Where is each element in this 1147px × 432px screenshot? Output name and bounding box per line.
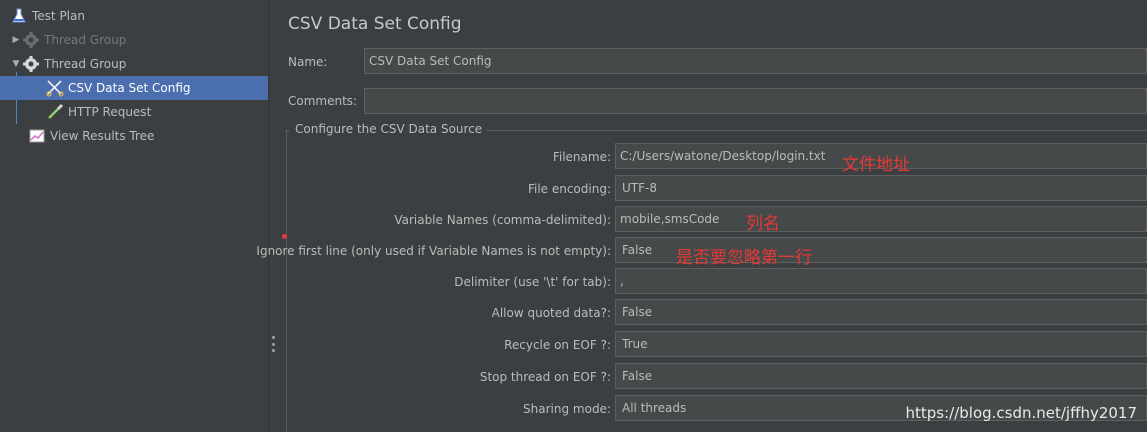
collapse-arrow-icon[interactable]: ▼	[10, 59, 22, 69]
page-title: CSV Data Set Config	[288, 14, 462, 34]
test-plan-tree: Test Plan ▶ Thread Group ▼ Thread Group …	[0, 0, 269, 432]
tree-item-label: Thread Group	[44, 33, 127, 47]
expand-arrow-icon[interactable]: ▶	[10, 35, 22, 45]
tree-item-label: Thread Group	[44, 57, 127, 71]
filename-label: Filename:	[552, 150, 611, 164]
tree-item-http-request[interactable]: HTTP Request	[0, 100, 268, 124]
comments-label: Comments:	[288, 94, 358, 108]
delimiter-label: Delimiter (use '\t' for tab):	[454, 275, 611, 289]
csv-config-panel: CSV Data Set Config Name: CSV Data Set C…	[256, 0, 1147, 432]
tree-item-label: CSV Data Set Config	[68, 81, 191, 95]
tree-item-label: HTTP Request	[68, 105, 152, 119]
tree-item-view-results-tree[interactable]: View Results Tree	[0, 124, 268, 148]
gear-icon	[22, 31, 40, 49]
ignore-first-line-label: Ignore first line (only used if Variable…	[256, 244, 611, 258]
red-marker-dot	[282, 234, 287, 239]
file-encoding-input[interactable]: UTF-8	[615, 175, 1147, 201]
comments-field[interactable]	[364, 88, 1147, 114]
watermark: https://blog.csdn.net/jffhy2017	[905, 404, 1137, 422]
allow-quoted-label: Allow quoted data?:	[491, 306, 611, 320]
file-encoding-label: File encoding:	[527, 182, 611, 196]
tree-item-test-plan[interactable]: Test Plan	[0, 4, 268, 28]
variable-names-annotation: 列名	[746, 214, 780, 234]
tree-item-label: View Results Tree	[50, 129, 155, 143]
name-label: Name:	[288, 55, 328, 69]
name-field[interactable]: CSV Data Set Config	[364, 48, 1147, 74]
stop-thread-eof-label: Stop thread on EOF ?:	[479, 370, 611, 384]
test-plan-flask-icon	[10, 7, 28, 25]
filename-annotation: 文件地址	[842, 155, 910, 175]
section-border-left	[286, 130, 287, 432]
recycle-eof-label: Recycle on EOF ?:	[504, 338, 611, 352]
splitter-grip-icon[interactable]	[272, 336, 275, 352]
variable-names-label: Variable Names (comma-delimited):	[394, 213, 611, 227]
chart-icon	[28, 127, 46, 145]
tree-item-csv-data-set-config[interactable]: CSV Data Set Config	[0, 76, 268, 100]
allow-quoted-select[interactable]: False	[615, 299, 1147, 325]
delimiter-input[interactable]: ,	[615, 268, 1147, 294]
sharing-mode-label: Sharing mode:	[523, 402, 611, 416]
gear-icon	[22, 55, 40, 73]
recycle-eof-select[interactable]: True	[615, 331, 1147, 357]
tree-item-label: Test Plan	[32, 9, 85, 23]
tree-item-thread-group-disabled[interactable]: ▶ Thread Group	[0, 28, 268, 52]
pipette-icon	[46, 103, 64, 121]
variable-names-input[interactable]: mobile,smsCode	[615, 206, 1147, 232]
stop-thread-eof-select[interactable]: False	[615, 363, 1147, 389]
scissors-icon	[46, 79, 64, 97]
ignore-first-line-annotation: 是否要忽略第一行	[676, 248, 812, 268]
tree-item-thread-group[interactable]: ▼ Thread Group	[0, 52, 268, 76]
section-title: Configure the CSV Data Source	[290, 122, 488, 136]
